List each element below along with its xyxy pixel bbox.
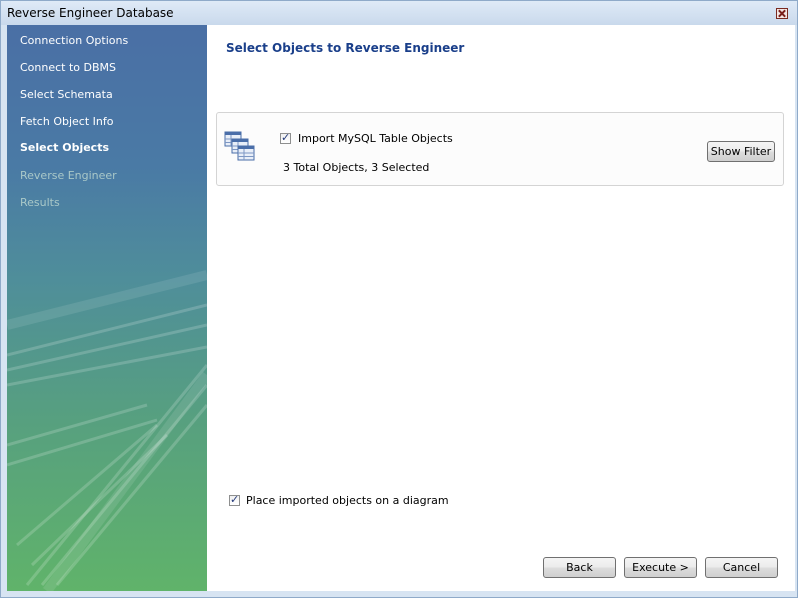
execute-button[interactable]: Execute > <box>624 557 697 578</box>
place-on-diagram-checkbox[interactable] <box>229 493 240 506</box>
step-select-schemata: Select Schemata <box>20 88 113 101</box>
objects-summary: 3 Total Objects, 3 Selected <box>283 161 430 174</box>
main-content: Select Objects to Reverse Engineer ✓ Imp… <box>207 25 795 591</box>
window-title: Reverse Engineer Database <box>7 6 174 20</box>
cancel-button[interactable]: Cancel <box>705 557 778 578</box>
reverse-engineer-dialog: Reverse Engineer Database Connection Opt… <box>0 0 798 598</box>
page-title: Select Objects to Reverse Engineer <box>226 41 465 55</box>
import-tables-label: Import MySQL Table Objects <box>298 132 453 145</box>
sidebar-decoration <box>7 270 207 591</box>
place-on-diagram-label: Place imported objects on a diagram <box>246 494 449 507</box>
title-bar: Reverse Engineer Database <box>1 1 797 25</box>
import-objects-panel: Import MySQL Table Objects 3 Total Objec… <box>216 112 784 186</box>
table-objects-icon <box>224 131 255 161</box>
wizard-sidebar: Connection Options Connect to DBMS Selec… <box>7 25 207 591</box>
step-connect-to-dbms: Connect to DBMS <box>20 61 117 74</box>
step-reverse-engineer: Reverse Engineer <box>20 169 117 182</box>
step-select-objects: Select Objects <box>20 141 110 154</box>
back-button[interactable]: Back <box>543 557 616 578</box>
close-icon[interactable] <box>776 8 788 19</box>
show-filter-button[interactable]: Show Filter <box>707 141 775 162</box>
import-tables-checkbox[interactable] <box>280 131 291 144</box>
step-fetch-object-info: Fetch Object Info <box>20 115 114 128</box>
step-results: Results <box>20 196 60 209</box>
step-connection-options: Connection Options <box>20 34 129 47</box>
